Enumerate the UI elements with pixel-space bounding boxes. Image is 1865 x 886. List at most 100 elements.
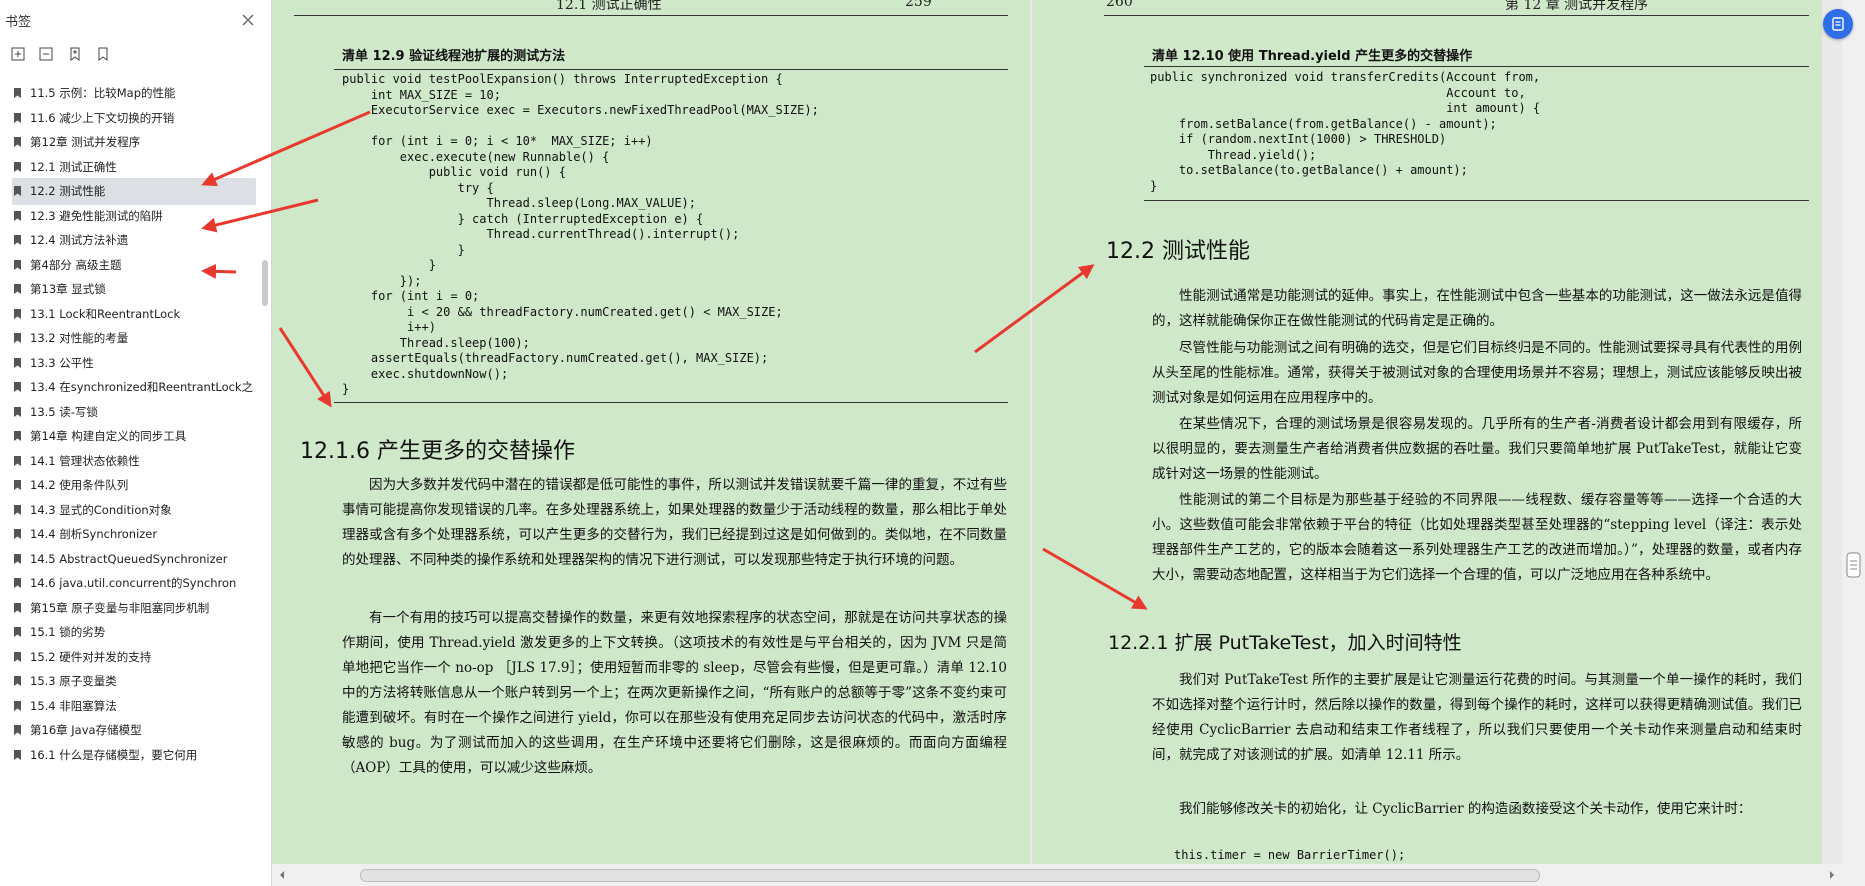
sidebar-item[interactable]: 14.2 使用条件队列 (0, 472, 271, 499)
collapse-all-icon[interactable] (38, 46, 54, 62)
bookmark-icon (14, 161, 21, 172)
sidebar-item[interactable]: 11.5 示例：比较Map的性能 (0, 80, 271, 107)
listing-bottom-rule (1144, 200, 1809, 201)
sidebar-item[interactable]: 13.4 在synchronized和ReentrantLock之 (0, 374, 271, 401)
paragraph: 尽管性能与功能测试之间有明确的选交，但是它们目标终归是不同的。性能测试要探寻具有… (1152, 340, 1802, 406)
sidebar-item[interactable]: 15.2 硬件对并发的支持 (0, 644, 271, 671)
page-header-number: 259 (905, 0, 932, 10)
sidebar-item-label: 12.4 测试方法补遗 (30, 233, 129, 247)
sidebar-item[interactable]: 12.3 避免性能测试的陷阱 (0, 203, 271, 230)
sidebar-item[interactable]: 14.5 AbstractQueuedSynchronizer (0, 546, 271, 573)
sidebar-item[interactable]: 第4部分 高级主题 (0, 252, 271, 279)
scroll-left-icon[interactable] (278, 870, 286, 880)
horizontal-scroll-thumb[interactable] (360, 869, 1540, 882)
sidebar-item[interactable]: 第15章 原子变量与非阻塞同步机制 (0, 595, 271, 622)
page-259: 12.1 测试正确性 259 清单 12.9 验证线程池扩展的测试方法 publ… (272, 0, 1030, 886)
close-icon[interactable] (240, 12, 256, 28)
bookmark-icon (14, 235, 21, 245)
page-header-chapter: 第 12 章 测试并发程序 (1505, 0, 1649, 13)
expand-all-icon[interactable] (10, 46, 26, 62)
sidebar-item-label: 15.4 非阻塞算法 (30, 698, 117, 713)
sidebar-item[interactable]: 13.2 对性能的考量 (0, 325, 271, 352)
header-rule (294, 15, 1008, 16)
sidebar-item[interactable]: 第13章 显式锁 (0, 276, 271, 303)
sidebar-item-label: 第4部分 高级主题 (30, 257, 122, 272)
bookmark-icon (14, 700, 21, 711)
sidebar-item[interactable]: 15.3 原子变量类 (0, 668, 271, 695)
section-heading: 12.2 测试性能 (1106, 239, 1250, 264)
sidebar-item-label: 13.5 读-写锁 (30, 404, 98, 419)
sidebar-item-label: 14.2 使用条件队列 (30, 478, 129, 492)
sidebar-item[interactable]: 12.4 测试方法补遗 (0, 227, 271, 254)
sidebar-item[interactable]: 13.1 Lock和ReentrantLock (0, 301, 271, 328)
listing-top-rule (1144, 66, 1809, 67)
sidebar-item[interactable]: 14.1 管理状态依赖性 (0, 448, 271, 475)
sidebar-item[interactable]: 14.4 剖析Synchronizer (0, 521, 271, 548)
bookmark-icon (14, 137, 21, 147)
sidebar-item[interactable]: 第14章 构建自定义的同步工具 (0, 423, 271, 450)
sidebar-item-label: 15.3 原子变量类 (30, 674, 117, 688)
horizontal-scrollbar[interactable] (272, 864, 1842, 886)
vertical-scrollbar[interactable] (1842, 0, 1865, 886)
document-viewport[interactable]: 12.1 测试正确性 259 清单 12.9 验证线程池扩展的测试方法 publ… (272, 0, 1865, 886)
sidebar-item[interactable]: 15.4 非阻塞算法 (0, 693, 271, 720)
sidebar-item[interactable]: 15.1 锁的劣势 (0, 619, 271, 646)
sidebar-item[interactable]: 13.5 读-写锁 (0, 399, 271, 426)
bookmark-icon (14, 406, 21, 417)
sidebar-item[interactable]: 11.6 减少上下文切换的开销 (0, 105, 271, 132)
sidebar-item-label: 第13章 显式锁 (30, 282, 106, 296)
add-bookmark-icon[interactable] (67, 46, 83, 62)
listing-title: 清单 12.10 使用 Thread.yield 产生更多的交替操作 (1152, 49, 1473, 64)
paragraph: 我们对 PutTakeTest 所作的主要扩展是让它测量运行花费的时间。与其测量… (1152, 672, 1802, 763)
fab-icon (1832, 17, 1844, 31)
scroll-thumb-icon[interactable] (1846, 552, 1861, 578)
scroll-right-icon[interactable] (1828, 870, 1836, 880)
page-header-number: 260 (1106, 0, 1133, 10)
paragraph: 在某些情况下，合理的测试场景是很容易发现的。几乎所有的生产者-消费者设计都会用到… (1152, 416, 1802, 482)
sidebar-item-label: 13.1 Lock和ReentrantLock (30, 306, 181, 321)
subsection-heading: 12.2.1 扩展 PutTakeTest，加入时间特性 (1108, 632, 1462, 654)
sidebar-item-label: 14.5 AbstractQueuedSynchronizer (30, 551, 228, 566)
page-260: 260 第 12 章 测试并发程序 清单 12.10 使用 Thread.yie… (1032, 0, 1822, 886)
paragraph: 因为大多数并发代码中潜在的错误都是低可能性的事件，所以测试并发错误就要千篇一律的… (342, 477, 1007, 568)
sidebar-item[interactable]: 16.1 什么是存储模型，要它何用 (0, 742, 271, 769)
sidebar-item-label: 12.2 测试性能 (30, 184, 106, 198)
code-listing: public void testPoolExpansion() throws I… (342, 72, 819, 396)
bookmark-icon (14, 259, 21, 270)
bookmark-icon (14, 480, 21, 490)
bookmark-icon (14, 553, 21, 564)
bookmark-icon[interactable] (95, 46, 111, 62)
sidebar-item-label: 11.5 示例：比较Map的性能 (30, 86, 176, 100)
sidebar-item-label: 16.1 什么是存储模型，要它何用 (30, 747, 198, 762)
sidebar-item-label: 14.1 管理状态依赖性 (30, 453, 140, 468)
bookmark-icon (14, 725, 21, 735)
bookmark-icon (14, 88, 21, 98)
sidebar-item[interactable]: 13.3 公平性 (0, 350, 271, 377)
bookmark-icon (14, 651, 21, 662)
sidebar-item[interactable]: 第12章 测试并发程序 (0, 129, 271, 156)
sidebar-item-label: 13.2 对性能的考量 (30, 331, 129, 345)
bookmark-icon (14, 186, 21, 196)
sidebar-item[interactable]: 12.2 测试性能 (12, 178, 256, 205)
sidebar-item[interactable]: 14.6 java.util.concurrent的Synchron (0, 570, 271, 597)
bookmark-icon (14, 382, 21, 392)
sidebar-header: 书签 (0, 0, 271, 40)
sidebar-item-label: 第12章 测试并发程序 (30, 135, 141, 149)
sidebar-item-label: 14.3 显式的Condition对象 (30, 502, 172, 517)
paragraph: 性能测试的第二个目标是为那些基于经验的不同界限——线程数、缓存容量等等——选择一… (1152, 492, 1802, 583)
sidebar-item-label: 14.4 剖析Synchronizer (30, 527, 158, 541)
bookmark-icon (14, 602, 21, 613)
sidebar-item-label: 11.6 减少上下文切换的开销 (30, 110, 175, 125)
sidebar-scrollbar[interactable] (262, 260, 268, 306)
sidebar-item-label: 13.4 在synchronized和ReentrantLock之 (30, 380, 254, 394)
bookmark-icon (14, 627, 21, 637)
header-rule (1104, 15, 1809, 16)
floating-action-button[interactable] (1823, 9, 1853, 39)
sidebar-item[interactable]: 14.3 显式的Condition对象 (0, 497, 271, 524)
sidebar-item[interactable]: 12.1 测试正确性 (0, 154, 271, 181)
sidebar-item[interactable]: 第16章 Java存储模型 (0, 717, 271, 744)
sidebar-item-label: 第16章 Java存储模型 (30, 723, 142, 737)
bookmark-icon (14, 749, 21, 760)
bookmark-icon (14, 357, 21, 368)
page-header-section: 12.1 测试正确性 (556, 0, 662, 13)
